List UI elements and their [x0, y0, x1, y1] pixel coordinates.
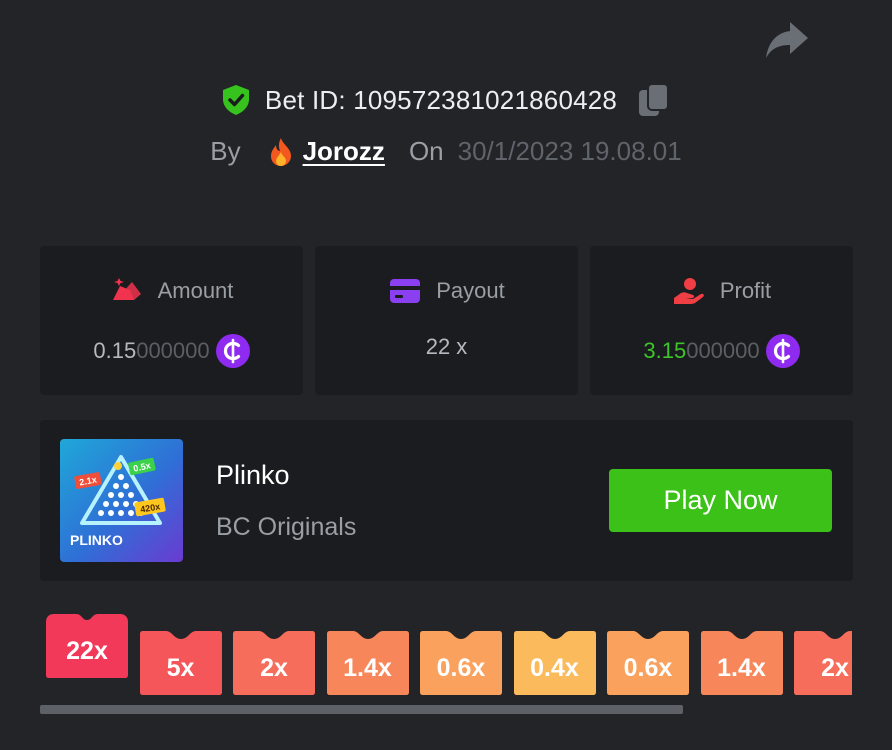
share-icon[interactable] — [764, 18, 810, 60]
multiplier-label: 2x — [821, 654, 849, 682]
multiplier-label: 1.4x — [717, 654, 766, 682]
play-now-button[interactable]: Play Now — [609, 469, 832, 532]
horizontal-scrollbar[interactable] — [40, 705, 683, 714]
profit-card: Profit 3.15 000000 — [590, 246, 853, 395]
multiplier-bucket: 0.6x — [420, 631, 502, 695]
multiplier-label: 0.6x — [436, 654, 486, 682]
hand-money-icon — [673, 278, 704, 304]
card-icon — [390, 279, 421, 303]
username-text: Jorozz — [302, 136, 385, 166]
game-provider: BC Originals — [216, 513, 357, 541]
multiplier-label: 2x — [260, 654, 288, 682]
author-row: By Jorozz On 30/1/2023 19.08.01 — [0, 136, 892, 167]
multiplier-bucket: 5x — [139, 631, 222, 695]
payout-value: 22 x — [425, 334, 468, 359]
coin-icon — [765, 334, 800, 368]
on-label: On — [408, 136, 444, 166]
amount-value-decimals: 000000 — [136, 338, 210, 363]
multiplier-bucket: 1.4x — [326, 631, 409, 695]
bet-id-row: Bet ID: 109572381021860428 — [0, 82, 892, 118]
multiplier-label: 0.6x — [623, 654, 673, 682]
profit-value: 3.15 — [643, 338, 687, 363]
bet-detail-page: Bet ID: 109572381021860428 By Jorozz On … — [0, 0, 892, 750]
multiplier-bucket: 22x — [46, 614, 128, 678]
multiplier-label: 1.4x — [343, 654, 392, 682]
bet-id-text: Bet ID: 109572381021860428 — [264, 84, 618, 115]
multiplier-bucket: 2x — [233, 631, 315, 695]
username-link[interactable]: Jorozz — [267, 136, 385, 167]
multiplier-label: 22x — [66, 637, 108, 665]
multiplier-label: 0.4x — [530, 654, 579, 682]
profit-label: Profit — [719, 278, 772, 303]
game-card: 2.1x 0.5x 420x PLINKO Plinko BC Original… — [40, 420, 853, 581]
bet-date: 30/1/2023 19.08.01 — [457, 136, 682, 166]
multiplier-bucket: 1.4x — [700, 631, 783, 695]
by-label: By — [210, 136, 241, 166]
multiplier-bucket: 2x — [794, 631, 852, 695]
coins-icon — [112, 278, 141, 300]
payout-card: Payout 22 x — [315, 246, 578, 395]
thumb-title: PLINKO — [70, 532, 123, 548]
amount-value: 0.15 — [93, 338, 137, 363]
bet-stats: Amount 0.15 000000 Payout 22 x Profit 3.… — [40, 246, 853, 395]
copy-icon[interactable] — [637, 82, 671, 118]
amount-card: Amount 0.15 000000 — [40, 246, 303, 395]
profit-value-decimals: 000000 — [686, 338, 760, 363]
multiplier-row: 22x 5x 2x 1.4x 0.6x 0.4x 0.6x 1.4x 2x — [40, 612, 852, 700]
multiplier-label: 5x — [166, 654, 195, 682]
multiplier-bucket: 0.4x — [513, 631, 596, 695]
fire-icon — [270, 137, 291, 166]
payout-label: Payout — [436, 278, 505, 303]
game-name[interactable]: Plinko — [216, 460, 290, 491]
plinko-thumbnail[interactable]: 2.1x 0.5x 420x PLINKO — [60, 439, 183, 562]
amount-label: Amount — [157, 278, 234, 303]
verified-shield-icon — [222, 85, 249, 115]
multiplier-bucket: 0.6x — [607, 631, 689, 695]
coin-icon — [215, 334, 250, 368]
